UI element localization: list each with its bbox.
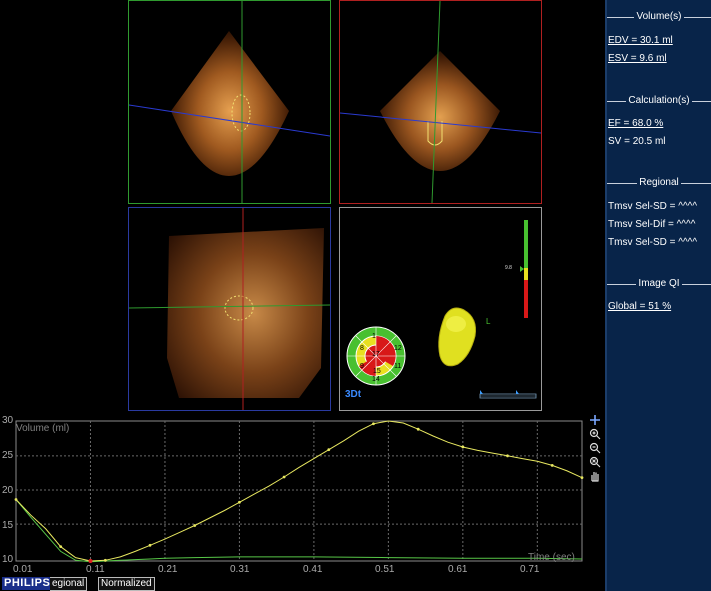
zoom-reset-icon[interactable] [589, 456, 601, 468]
series-line [15, 499, 583, 563]
ef-value[interactable]: EF = 68.0 % [608, 117, 663, 130]
data-point [59, 545, 63, 549]
data-point [461, 445, 465, 449]
x-tick-label: 0.11 [86, 564, 105, 575]
y-tick-label: 10 [2, 554, 14, 565]
regional-value: Tmsv Sel-Dif = ^^^^ [608, 219, 696, 230]
tab-normalized[interactable]: Normalized [98, 577, 155, 591]
volume-time-graph[interactable]: Volume (ml) Time (sec) 30 25 20 15 10 0.… [0, 413, 605, 576]
image-qi-section-header: Image QI [607, 277, 711, 291]
data-point [416, 427, 420, 431]
calculations-section-header: Calculation(s) [607, 94, 711, 108]
graph-toolbar [589, 414, 602, 484]
apical-2ch-view[interactable] [339, 0, 542, 204]
x-tick-label: 0.41 [303, 564, 323, 575]
bullseye-segment-label: 17 [372, 351, 380, 358]
x-tick-label: 0.61 [448, 564, 468, 575]
3d-model-view[interactable]: 1 8 12 9 11 15 17 14 3Dt L 9.8 [339, 207, 542, 411]
edv-value[interactable]: EDV = 30.1 ml [608, 34, 673, 47]
series-line [15, 420, 583, 562]
x-tick-label: 0.01 [13, 564, 33, 575]
end-systole-marker [88, 559, 93, 563]
esv-value[interactable]: ESV = 9.6 ml [608, 52, 667, 65]
bullseye-segment-label: 12 [394, 345, 402, 352]
x-tick-label: 0.51 [375, 564, 395, 575]
apical-2ch-image [340, 1, 541, 203]
y-axis-label: Volume (ml) [16, 423, 70, 434]
data-point [550, 463, 554, 467]
y-tick-label: 30 [2, 415, 14, 426]
volumes-section-header: Volume(s) [607, 10, 711, 24]
apical-4ch-view[interactable] [128, 0, 331, 204]
brand-logo: PHILIPS [2, 577, 53, 590]
data-point [506, 454, 509, 458]
data-point [282, 475, 286, 479]
results-sidebar: Volume(s) EDV = 30.1 ml ESV = 9.6 ml Cal… [607, 0, 711, 591]
data-point [372, 422, 375, 426]
chart-frame [15, 420, 583, 562]
global-qi-value[interactable]: Global = 51 % [608, 300, 671, 313]
y-tick-label: 25 [2, 450, 14, 461]
data-point [238, 500, 241, 504]
pan-hand-icon[interactable] [589, 470, 601, 482]
data-point [580, 476, 584, 480]
x-tick-label: 0.31 [230, 564, 250, 575]
bullseye-segment-label: 11 [394, 363, 402, 370]
sv-value: SV = 20.5 ml [608, 136, 666, 147]
x-tick-label: 0.21 [158, 564, 178, 575]
data-point [148, 543, 152, 547]
volume-chart [14, 420, 584, 563]
data-point [14, 498, 18, 501]
bullseye-segment-label: 14 [372, 376, 380, 383]
volumes-section-title: Volume(s) [634, 11, 684, 22]
data-point [103, 558, 107, 562]
bullseye-segment-label: 1 [372, 333, 376, 340]
regional-section-header: Regional [607, 176, 711, 190]
3d-model-image [346, 220, 537, 399]
apical-4ch-image [129, 1, 330, 203]
regional-section-title: Regional [637, 177, 681, 188]
y-tick-label: 20 [2, 485, 14, 496]
data-point [327, 448, 331, 452]
image-qi-section-title: Image QI [636, 278, 682, 289]
regional-value: Tmsv Sel-SD = ^^^^ [608, 201, 698, 212]
scale-marker-label: 9.8 [505, 265, 512, 271]
add-icon[interactable] [589, 414, 601, 426]
x-axis-label: Time (sec) [528, 552, 575, 563]
zoom-in-icon[interactable] [589, 428, 601, 440]
bullseye-segment-label: 9 [360, 363, 364, 370]
bullseye-segment-label: 8 [360, 345, 364, 352]
model-orientation-label: L [486, 317, 491, 326]
short-axis-image [129, 208, 330, 410]
y-tick-label: 15 [2, 520, 14, 531]
bullseye-mode-label: 3Dt [345, 389, 362, 400]
zoom-out-icon[interactable] [589, 442, 601, 454]
regional-value: Tmsv Sel-SD = ^^^^ [608, 237, 698, 248]
x-tick-label: 0.71 [520, 564, 540, 575]
calculations-section-title: Calculation(s) [626, 95, 692, 106]
short-axis-view[interactable] [128, 207, 331, 411]
data-point [193, 524, 197, 527]
bottom-bar [0, 576, 605, 591]
bullseye-segment-label: 15 [373, 368, 381, 375]
tab-regional[interactable]: egional [50, 577, 88, 591]
